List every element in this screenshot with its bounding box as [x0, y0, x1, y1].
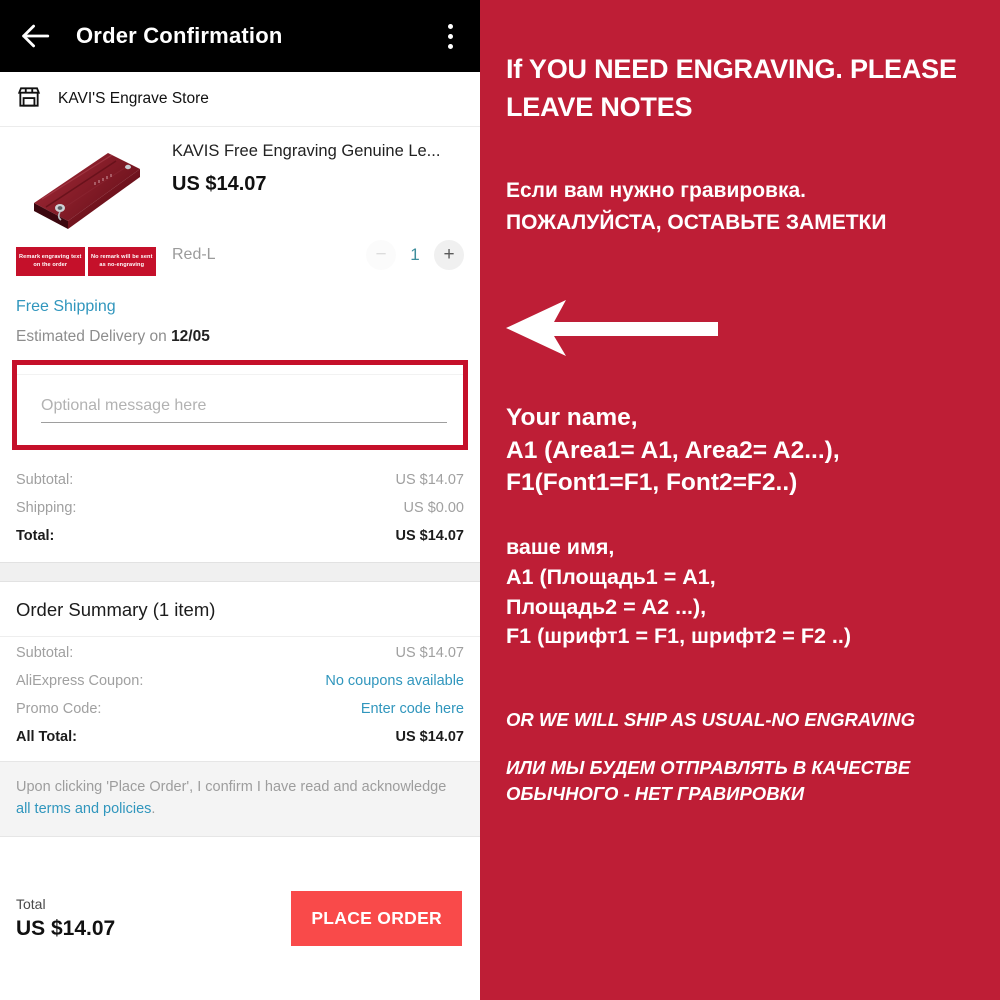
terms-link[interactable]: all terms and policies [16, 801, 151, 817]
product-price: US $14.07 [172, 172, 267, 195]
order-summary-header: Order Summary (1 item) [0, 582, 480, 636]
quantity-value: 1 [410, 244, 420, 264]
quantity-decrease-button[interactable]: − [366, 239, 396, 270]
product-title: KAVIS Free Engraving Genuine Le... [172, 142, 441, 160]
row-value: US $14.07 [395, 728, 464, 745]
table-row: Shipping: US $0.00 [16, 494, 464, 522]
price-totals-list: Subtotal: US $14.07 Shipping: US $0.00 T… [0, 450, 480, 562]
free-shipping-label[interactable]: Free Shipping [16, 298, 464, 316]
badge-remark-engraving: Remark engraving text on the order [16, 247, 85, 276]
row-label: Total: [16, 527, 55, 544]
poster-heading-ru-line1: Если вам нужно гравировка. [506, 178, 806, 202]
poster-note-en: OR WE WILL SHIP AS USUAL-NO ENGRAVING [506, 709, 916, 731]
terms-text-before: Upon clicking 'Place Order', I confirm I… [16, 778, 447, 795]
estimated-delivery-prefix: Estimated Delivery on [16, 327, 172, 345]
coupon-value-link[interactable]: No coupons available [325, 673, 464, 689]
order-summary-title: Order Summary (1 item) [16, 598, 216, 620]
poster-note-ru: ИЛИ МЫ БУДЕМ ОТПРАВЛЯТЬ В КАЧЕСТВЕ ОБЫЧН… [506, 757, 911, 804]
engraving-badges: Remark engraving text on the order No re… [16, 247, 156, 276]
row-label: Shipping: [16, 499, 77, 516]
app-bar: Order Confirmation [0, 0, 480, 72]
terms-notice: Upon clicking 'Place Order', I confirm I… [0, 760, 480, 838]
row-label: Subtotal: [16, 471, 74, 488]
table-row: All Total: US $14.07 [16, 723, 464, 751]
row-value: US $0.00 [403, 499, 464, 516]
section-divider [0, 561, 480, 582]
table-row: Subtotal: US $14.07 [16, 466, 464, 494]
left-arrow-icon [506, 298, 978, 358]
row-label: Promo Code: [16, 700, 102, 717]
row-label: Subtotal: [16, 644, 74, 661]
kebab-menu-icon[interactable] [438, 19, 462, 53]
badge-no-remark: No remark will be sent as no-engraving [87, 247, 156, 276]
page-title: Order Confirmation [76, 23, 283, 48]
poster-heading-en: If YOU NEED ENGRAVING. PLEASE LEAVE NOTE… [506, 54, 957, 123]
format-example-ru: ваше имя, A1 (Площадь1 = A1, Площадь2 = … [506, 535, 852, 649]
product-variant: Red-L [172, 245, 216, 263]
shipping-section: Free Shipping Estimated Delivery on 12/0… [0, 286, 480, 346]
format-example-en: Your name, A1 (Area1= A1, Area2= A2...),… [506, 404, 840, 497]
screenshot-root: Order Confirmation KAVI'S Engrave Store [0, 0, 1000, 1000]
arrow-container [506, 298, 978, 360]
terms-text: Upon clicking 'Place Order', I confirm I… [16, 777, 464, 821]
estimated-delivery-date: 12/05 [171, 327, 210, 345]
estimated-delivery: Estimated Delivery on 12/05 [16, 328, 464, 346]
row-value: US $14.07 [395, 471, 464, 488]
row-value: US $14.07 [395, 644, 464, 661]
product-thumb-column: Remark engraving text on the order No re… [16, 141, 156, 276]
product-info: KAVIS Free Engraving Genuine Le... US $1… [156, 141, 464, 276]
quantity-stepper: − 1 + [366, 239, 464, 270]
product-image[interactable] [16, 141, 156, 241]
order-confirmation-app: Order Confirmation KAVI'S Engrave Store [0, 0, 480, 1000]
footer-total-value: US $14.07 [16, 917, 116, 941]
engraving-instructions-poster: If YOU NEED ENGRAVING. PLEASE LEAVE NOTE… [480, 0, 1000, 1000]
optional-message-highlight [12, 359, 468, 450]
footer-total-block: Total US $14.07 [16, 896, 115, 941]
row-label: All Total: [16, 728, 77, 745]
promo-code-link[interactable]: Enter code here [361, 701, 464, 717]
order-summary-list: Subtotal: US $14.07 AliExpress Coupon: N… [0, 635, 480, 761]
footer-total-label: Total [16, 896, 46, 913]
poster-heading-ru: Если вам нужно гравировка. ПОЖАЛУЙСТА, О… [506, 175, 978, 239]
row-value: US $14.07 [395, 527, 464, 544]
back-arrow-icon[interactable] [18, 19, 52, 53]
quantity-increase-button[interactable]: + [434, 239, 464, 270]
place-order-button[interactable]: PLACE ORDER [291, 891, 462, 947]
storefront-icon [16, 84, 42, 115]
table-row: Total: US $14.07 [16, 522, 464, 550]
product-bottom-row: Red-L − 1 + [172, 239, 464, 276]
store-name: KAVI'S Engrave Store [58, 90, 209, 107]
checkout-footer: Total US $14.07 PLACE ORDER [0, 837, 480, 1000]
table-row: Subtotal: US $14.07 [16, 639, 464, 667]
table-row: AliExpress Coupon: No coupons available [16, 667, 464, 695]
product-row[interactable]: Remark engraving text on the order No re… [0, 127, 480, 286]
optional-message-input[interactable] [41, 396, 447, 423]
table-row: Promo Code: Enter code here [16, 695, 464, 723]
terms-text-after: . [151, 800, 156, 817]
store-row[interactable]: KAVI'S Engrave Store [0, 72, 480, 127]
poster-heading-ru-line2: ПОЖАЛУЙСТА, ОСТАВЬТЕ ЗАМЕТКИ [506, 210, 887, 234]
row-label: AliExpress Coupon: [16, 672, 144, 689]
